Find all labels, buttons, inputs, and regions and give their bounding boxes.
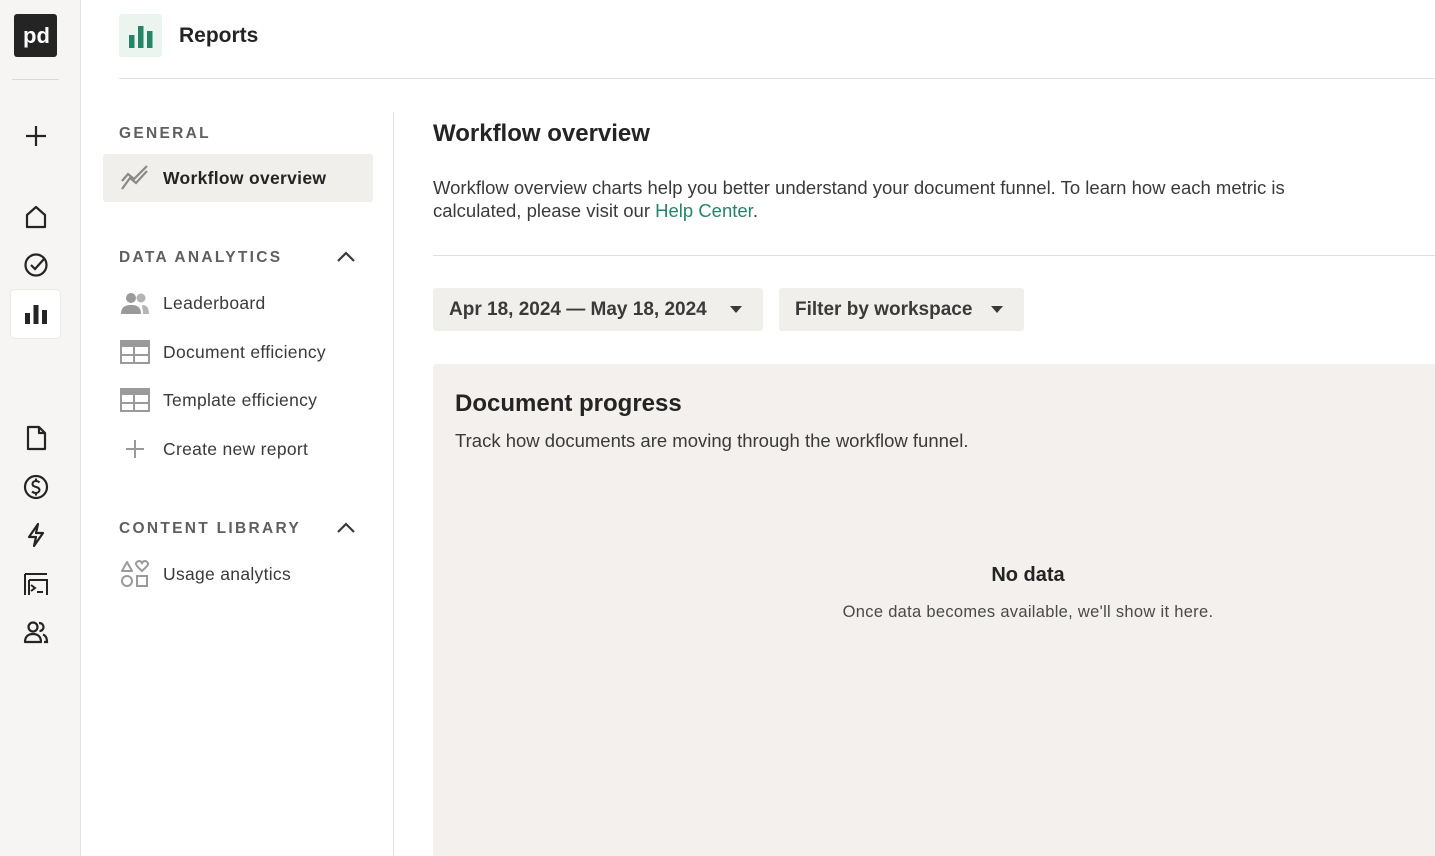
- trend-line-icon: [120, 163, 150, 193]
- section-heading-content-library: CONTENT LIBRARY: [119, 520, 302, 537]
- forms-icon: [23, 573, 48, 595]
- rail-automation[interactable]: [11, 511, 60, 559]
- bar-chart-icon: [128, 25, 152, 48]
- nav-item-template-efficiency[interactable]: Template efficiency: [103, 376, 373, 424]
- page-title: Workflow overview: [433, 120, 650, 147]
- panel-subtitle: Track how documents are moving through t…: [455, 430, 969, 451]
- nav-item-document-efficiency[interactable]: Document efficiency: [103, 328, 373, 376]
- section-heading-general: GENERAL: [119, 125, 211, 142]
- create-button[interactable]: [11, 112, 60, 160]
- rail-divider: [12, 79, 59, 80]
- table-icon: [120, 337, 150, 367]
- users-icon: [23, 621, 48, 644]
- app-rail: pd: [0, 0, 81, 856]
- empty-state-title: No data: [991, 564, 1065, 586]
- document-icon: [26, 425, 46, 451]
- reports-subnav: GENERAL Workflow overview DATA ANALYTICS…: [103, 112, 395, 856]
- panel-title: Document progress: [455, 390, 682, 417]
- page-description: Workflow overview charts help you better…: [433, 176, 1313, 222]
- document-progress-panel: Document progress Track how documents ar…: [433, 364, 1435, 856]
- workspace-filter-value: Filter by workspace: [795, 298, 973, 320]
- rail-tasks[interactable]: [11, 241, 60, 289]
- rail-forms[interactable]: [11, 560, 60, 608]
- date-range-dropdown[interactable]: Apr 18, 2024 — May 18, 2024: [433, 288, 763, 331]
- nav-item-label: Document efficiency: [163, 341, 326, 362]
- rail-contacts[interactable]: [11, 608, 60, 656]
- rail-reports[interactable]: [11, 290, 60, 338]
- reports-badge: [119, 14, 162, 57]
- nav-item-label: Template efficiency: [163, 389, 318, 410]
- empty-state-message: Once data becomes available, we'll show …: [842, 603, 1214, 621]
- plus-icon: [25, 126, 46, 146]
- pandadoc-logo[interactable]: pd: [14, 14, 57, 57]
- nav-item-usage-analytics[interactable]: Usage analytics: [103, 550, 373, 598]
- caret-down-icon: [991, 306, 1003, 313]
- lightning-icon: [27, 522, 44, 548]
- home-icon: [25, 205, 46, 229]
- logo-text: pd: [23, 24, 50, 48]
- plus-icon: [120, 434, 150, 464]
- nav-item-label: Create new report: [163, 438, 309, 459]
- rail-documents[interactable]: [11, 414, 60, 462]
- section-heading-data-analytics: DATA ANALYTICS: [119, 249, 283, 266]
- nav-item-create-new-report[interactable]: Create new report: [103, 425, 373, 473]
- dollar-icon: [23, 474, 48, 500]
- description-text: Workflow overview charts help you better…: [433, 177, 1285, 221]
- rail-home[interactable]: [11, 193, 60, 241]
- people-icon: [120, 288, 150, 318]
- rail-payments[interactable]: [11, 463, 60, 511]
- nav-item-workflow-overview[interactable]: Workflow overview: [103, 154, 373, 202]
- help-center-link[interactable]: Help Center: [655, 200, 753, 221]
- table-icon: [120, 385, 150, 415]
- nav-item-label: Workflow overview: [163, 167, 327, 188]
- description-end: .: [752, 200, 758, 221]
- check-circle-icon: [23, 253, 48, 277]
- workspace-filter-dropdown[interactable]: Filter by workspace: [779, 288, 1024, 331]
- chevron-up-icon[interactable]: [335, 246, 357, 268]
- nav-item-label: Usage analytics: [163, 563, 292, 584]
- chevron-up-icon[interactable]: [335, 517, 357, 539]
- caret-down-icon: [730, 306, 742, 313]
- nav-item-leaderboard[interactable]: Leaderboard: [103, 279, 373, 327]
- page-header-title: Reports: [179, 24, 259, 47]
- bar-chart-icon: [24, 305, 47, 324]
- shapes-icon: [120, 559, 150, 589]
- subnav-divider: [393, 112, 394, 856]
- top-bar: Reports: [119, 0, 1435, 79]
- divider: [433, 255, 1435, 256]
- nav-item-label: Leaderboard: [163, 292, 266, 313]
- date-range-value: Apr 18, 2024 — May 18, 2024: [449, 298, 707, 320]
- main-content: Workflow overview Workflow overview char…: [433, 112, 1435, 856]
